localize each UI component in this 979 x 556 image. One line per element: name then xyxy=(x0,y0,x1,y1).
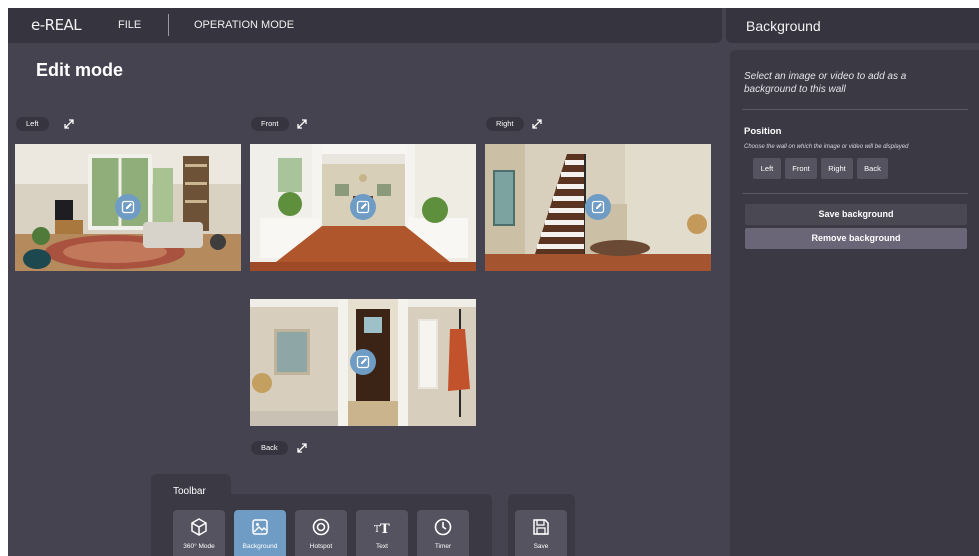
expand-icon[interactable] xyxy=(531,118,543,130)
edit-icon xyxy=(121,200,135,214)
wall-label-front: Front xyxy=(251,117,289,131)
menu-file[interactable]: FILE xyxy=(118,19,141,31)
tool-label: 360° Mode xyxy=(183,543,215,550)
position-front-button[interactable]: Front xyxy=(785,158,817,179)
background-sidebar: Background Select an image or video to a… xyxy=(726,8,979,556)
divider xyxy=(742,109,968,110)
position-left-button[interactable]: Left xyxy=(753,158,781,179)
edit-icon xyxy=(356,355,370,369)
sidebar-description: Select an image or video to add as a bac… xyxy=(744,71,907,95)
wall-image-left[interactable] xyxy=(15,144,241,271)
position-description: Choose the wall on which the image or vi… xyxy=(744,144,909,150)
toolbar-title: Toolbar xyxy=(173,486,206,497)
edit-icon xyxy=(356,200,370,214)
text-icon: TT xyxy=(374,522,390,537)
expand-icon[interactable] xyxy=(296,118,308,130)
wall-label-back: Back xyxy=(251,441,288,455)
hotspot-icon xyxy=(312,518,330,536)
edit-wall-button[interactable] xyxy=(350,349,376,375)
wall-image-right[interactable] xyxy=(485,144,711,271)
tool-background[interactable]: Background xyxy=(234,510,286,556)
position-back-button[interactable]: Back xyxy=(857,158,888,179)
menu-operation-mode[interactable]: OPERATION MODE xyxy=(194,19,294,31)
tool-label: Save xyxy=(533,543,549,550)
position-right-button[interactable]: Right xyxy=(821,158,853,179)
sidebar-title: Background xyxy=(746,18,821,34)
divider xyxy=(742,193,968,194)
tool-label: Timer xyxy=(434,543,452,550)
wall-label-right: Right xyxy=(486,117,524,131)
tool-label: Background xyxy=(242,543,278,550)
page-title: Edit mode xyxy=(36,60,124,80)
edit-wall-button[interactable] xyxy=(350,194,376,220)
tool-label: Text xyxy=(376,543,388,550)
expand-icon[interactable] xyxy=(63,118,75,130)
expand-icon[interactable] xyxy=(296,442,308,454)
wall-image-back[interactable] xyxy=(250,299,476,426)
wall-label-left: Left xyxy=(16,117,49,131)
floppy-disk-icon xyxy=(533,519,549,535)
edit-icon xyxy=(591,200,605,214)
app-logo: e-REAL xyxy=(31,16,82,34)
editor-app: e-REAL FILE OPERATION MODE Edit mode Lef… xyxy=(8,8,979,556)
sidebar-panel: Select an image or video to add as a bac… xyxy=(730,50,979,556)
tool-hotspot[interactable]: Hotspot xyxy=(295,510,347,556)
tool-360-mode[interactable]: 360° Mode xyxy=(173,510,225,556)
save-button[interactable]: Save xyxy=(515,510,567,556)
tool-text[interactable]: TT Text xyxy=(356,510,408,556)
edit-wall-button[interactable] xyxy=(585,194,611,220)
edit-wall-button[interactable] xyxy=(115,194,141,220)
save-background-button[interactable]: Save background xyxy=(745,204,967,225)
position-title: Position xyxy=(744,126,782,137)
svg-text:T: T xyxy=(380,522,390,537)
top-bar: e-REAL FILE OPERATION MODE xyxy=(8,8,722,43)
remove-background-button[interactable]: Remove background xyxy=(745,228,967,249)
sidebar-header: Background xyxy=(726,8,979,43)
cube-icon xyxy=(191,518,207,536)
tool-timer[interactable]: Timer xyxy=(417,510,469,556)
image-icon xyxy=(252,519,268,535)
clock-icon xyxy=(434,518,452,536)
wall-image-front[interactable] xyxy=(250,144,476,271)
tool-label: Hotspot xyxy=(309,543,333,550)
menu-divider xyxy=(168,14,169,36)
